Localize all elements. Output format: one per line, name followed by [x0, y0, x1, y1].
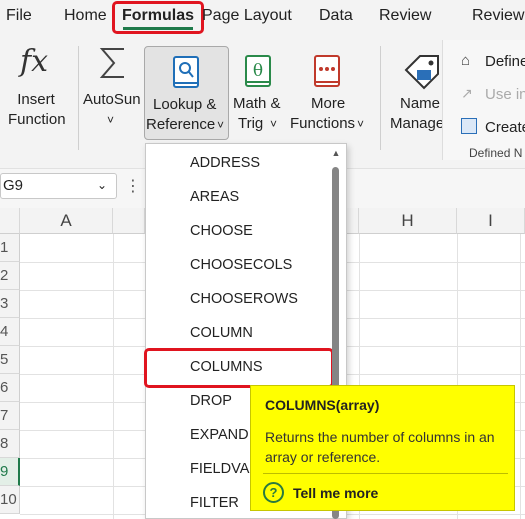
defined-names-group: ⌂ Define ↗ Use in Create Defined N [442, 40, 525, 160]
name-manager-label-2: Manager [390, 115, 450, 132]
name-manager-label-1: Name [400, 95, 441, 112]
tab-review[interactable]: Review [379, 7, 431, 25]
define-name-label: Define [485, 53, 525, 70]
tab-home[interactable]: Home [64, 7, 107, 25]
insert-function-label-2: Function [8, 111, 66, 128]
menu-item-address[interactable]: ADDRESS [190, 155, 260, 171]
tab-page-layout[interactable]: Page Layout [202, 7, 292, 25]
svg-text:θ: θ [253, 61, 263, 81]
defined-names-group-label: Defined N [469, 146, 523, 160]
row-header[interactable]: 10 [0, 486, 20, 514]
tell-me-more-link[interactable]: Tell me more [293, 485, 378, 501]
math-label-1: Math & [233, 95, 281, 112]
row-header[interactable]: 4 [0, 318, 20, 346]
menu-item-fieldvalue[interactable]: FIELDVAL [190, 461, 257, 477]
fx-icon: fx [20, 44, 49, 79]
more-label-2: Functions [290, 115, 356, 132]
menu-item-chooserows[interactable]: CHOOSEROWS [190, 291, 298, 307]
name-box[interactable]: G9 ⌄ [0, 173, 117, 199]
insert-function-button[interactable]: fx Insert Function [8, 42, 76, 152]
menu-item-expand[interactable]: EXPAND [190, 427, 249, 443]
row-header[interactable]: 2 [0, 262, 20, 290]
menu-item-drop[interactable]: DROP [190, 393, 232, 409]
highlight-box-formulas-tab [112, 1, 204, 34]
menu-item-filter[interactable]: FILTER [190, 495, 239, 511]
lookup-reference-button[interactable]: Lookup & Reference ˅ [144, 46, 229, 140]
chevron-down-icon: ˅ [357, 117, 365, 131]
column-header-i[interactable]: I [457, 208, 525, 234]
menu-item-areas[interactable]: AREAS [190, 189, 239, 205]
chevron-down-icon: ˅ [217, 118, 225, 132]
tooltip-divider [263, 473, 508, 474]
select-all-corner[interactable] [0, 208, 20, 234]
autosum-button[interactable]: AutoSun ˅ [83, 42, 143, 152]
more-label-1: More [311, 95, 346, 112]
create-grid-icon [461, 118, 477, 134]
use-in-formula-button[interactable]: ↗ Use in [461, 83, 525, 105]
highlight-box-columns [144, 348, 334, 388]
ribbon-separator [78, 46, 79, 150]
tag-icon [404, 55, 439, 90]
math-trig-button[interactable]: θ Math & Trig ˅ [232, 46, 288, 140]
column-header-g[interactable] [347, 208, 359, 234]
book-search-icon [173, 56, 199, 88]
lookup-label-2: Reference [146, 116, 216, 133]
create-from-selection-button[interactable]: Create [461, 116, 525, 138]
insert-function-label-1: Insert [17, 91, 55, 108]
chevron-down-icon[interactable]: ⌄ [97, 178, 107, 192]
lookup-label-1: Lookup & [153, 96, 217, 113]
create-label: Create [485, 119, 525, 136]
tooltip-description: Returns the number of columns in an arra… [265, 429, 495, 465]
tag-small-icon: ⌂ [461, 52, 471, 69]
name-box-value: G9 [3, 177, 24, 194]
row-header[interactable]: 7 [0, 402, 20, 430]
column-header-a[interactable]: A [20, 208, 113, 234]
row-header[interactable]: 5 [0, 346, 20, 374]
use-in-formula-label: Use in [485, 86, 525, 103]
column-header-b[interactable] [113, 208, 145, 234]
menu-item-choosecols[interactable]: CHOOSECOLS [190, 257, 292, 273]
define-name-button[interactable]: ⌂ Define [461, 50, 525, 72]
ribbon-separator [380, 46, 381, 150]
more-book-icon [314, 55, 340, 87]
row-header[interactable]: 3 [0, 290, 20, 318]
math-label-2: Trig [238, 115, 264, 132]
tooltip-title: COLUMNS(array) [265, 397, 380, 413]
help-icon[interactable]: ? [263, 482, 284, 503]
row-header-active[interactable]: 9 [0, 458, 20, 486]
row-header[interactable]: 8 [0, 430, 20, 458]
row-header[interactable]: 6 [0, 374, 20, 402]
autosum-label: AutoSun [83, 91, 141, 108]
chevron-down-icon: ˅ [107, 113, 115, 127]
menu-item-choose[interactable]: CHOOSE [190, 223, 253, 239]
more-options-icon[interactable]: ⋮ [125, 176, 141, 196]
row-header[interactable]: 1 [0, 234, 20, 262]
tab-review-2[interactable]: Review [472, 7, 524, 25]
use-in-formula-icon: ↗ [461, 85, 473, 101]
theta-book-icon: θ [245, 55, 271, 87]
column-header-h[interactable]: H [359, 208, 457, 234]
gridline [113, 234, 114, 519]
gridline [520, 234, 521, 519]
sigma-icon [99, 48, 124, 78]
tab-data[interactable]: Data [319, 7, 353, 25]
scroll-up-arrow-icon[interactable]: ▲ [330, 148, 342, 160]
tab-file[interactable]: File [6, 7, 32, 25]
menu-item-column[interactable]: COLUMN [190, 325, 253, 341]
chevron-down-icon: ˅ [270, 117, 278, 131]
ribbon-tab-bar: File Home Formulas Page Layout Data Revi… [0, 0, 525, 36]
function-tooltip: COLUMNS(array) Returns the number of col… [250, 385, 515, 511]
more-functions-button[interactable]: More Functions ˅ [289, 46, 369, 140]
